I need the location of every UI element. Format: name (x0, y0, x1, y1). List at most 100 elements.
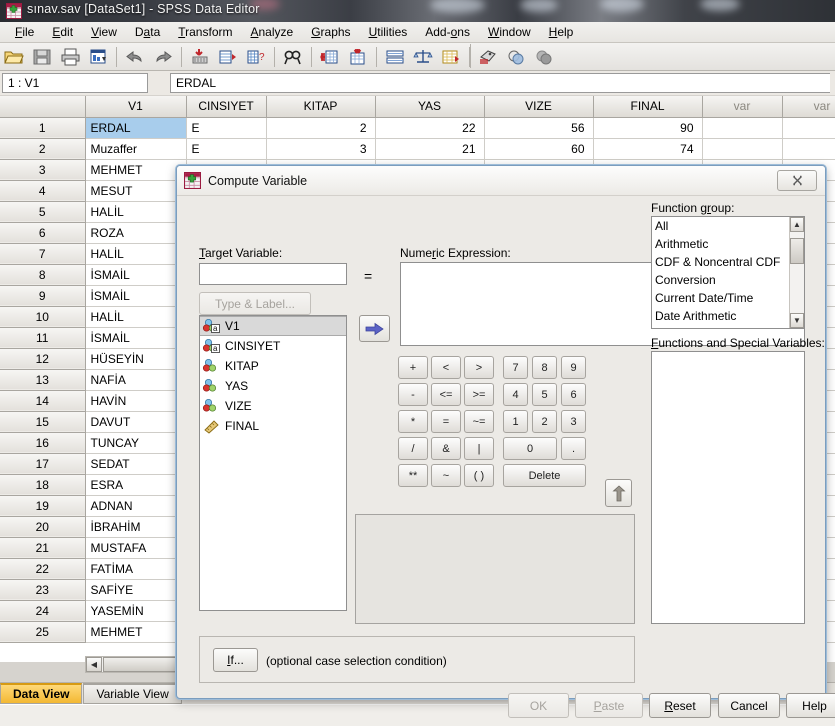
key-equals[interactable]: = (431, 410, 461, 433)
key-8[interactable]: 8 (532, 356, 557, 379)
function-group-item[interactable]: All (652, 217, 789, 235)
value-labels-icon[interactable] (475, 45, 501, 69)
cell-v1[interactable]: DAVUT (85, 411, 187, 433)
key-and[interactable]: & (431, 437, 461, 460)
row-number[interactable]: 11 (0, 327, 86, 349)
undo-icon[interactable] (122, 45, 148, 69)
function-group-item[interactable]: Date Arithmetic (652, 307, 789, 325)
column-header-var-1[interactable]: var (702, 96, 783, 118)
row-number[interactable]: 3 (0, 159, 86, 181)
table-row[interactable]: 2 Muzaffer E 3 21 60 74 (0, 138, 835, 160)
insert-function-button[interactable] (605, 479, 632, 507)
variable-list-item[interactable]: FINAL (200, 416, 346, 436)
close-icon[interactable] (777, 170, 817, 191)
key-divide[interactable]: / (398, 437, 428, 460)
scrollbar-track[interactable] (790, 232, 804, 313)
cell-final[interactable]: 74 (593, 138, 703, 160)
menu-view[interactable]: View (82, 23, 126, 41)
cell-v1[interactable]: Muzaffer (85, 138, 187, 160)
key-greater-equal[interactable]: >= (464, 383, 494, 406)
row-number[interactable]: 1 (0, 117, 86, 139)
key-less-than[interactable]: < (431, 356, 461, 379)
column-header-final[interactable]: FINAL (593, 96, 703, 118)
tab-variable-view[interactable]: Variable View (83, 683, 182, 704)
cell-v1[interactable]: ERDAL (85, 117, 187, 139)
reset-button[interactable]: Reset (649, 693, 711, 718)
help-button[interactable]: Help (786, 693, 835, 718)
find-icon[interactable] (280, 45, 306, 69)
if-button[interactable]: If... (213, 648, 258, 672)
scroll-up-arrow-icon[interactable]: ▲ (790, 217, 804, 232)
key-multiply[interactable]: * (398, 410, 428, 433)
column-header-var-2[interactable]: var (782, 96, 835, 118)
print-icon[interactable] (57, 45, 83, 69)
cell-cinsiyet[interactable]: E (186, 117, 267, 139)
cell-var-empty[interactable] (702, 117, 783, 139)
save-file-icon[interactable] (29, 45, 55, 69)
key-6[interactable]: 6 (561, 383, 586, 406)
cell-v1[interactable]: HALİL (85, 201, 187, 223)
menu-file[interactable]: File (6, 23, 43, 41)
row-number[interactable]: 10 (0, 306, 86, 328)
use-variable-sets-icon[interactable] (503, 45, 529, 69)
menu-transform[interactable]: Transform (169, 23, 241, 41)
key-1[interactable]: 1 (503, 410, 528, 433)
row-number[interactable]: 4 (0, 180, 86, 202)
select-cases-icon[interactable] (438, 45, 464, 69)
cell-v1[interactable]: ADNAN (85, 495, 187, 517)
menu-data[interactable]: Data (126, 23, 169, 41)
weight-cases-icon[interactable] (410, 45, 436, 69)
scroll-left-arrow-icon[interactable]: ◀ (86, 657, 102, 672)
row-number[interactable]: 20 (0, 516, 86, 538)
variable-list-item[interactable]: a CINSIYET (200, 336, 346, 356)
cancel-button[interactable]: Cancel (718, 693, 780, 718)
cell-cinsiyet[interactable]: E (186, 138, 267, 160)
cell-kitap[interactable]: 3 (266, 138, 376, 160)
row-number[interactable]: 7 (0, 243, 86, 265)
cell-v1[interactable]: YASEMİN (85, 600, 187, 622)
cell-v1[interactable]: HÜSEYİN (85, 348, 187, 370)
cell-kitap[interactable]: 2 (266, 117, 376, 139)
key-or[interactable]: | (464, 437, 494, 460)
transfer-to-expression-button[interactable] (359, 315, 390, 342)
row-number[interactable]: 9 (0, 285, 86, 307)
cell-yas[interactable]: 22 (375, 117, 485, 139)
cell-v1[interactable]: HAVİN (85, 390, 187, 412)
open-file-icon[interactable] (1, 45, 27, 69)
column-header-cinsiyet[interactable]: CINSIYET (186, 96, 267, 118)
key-4[interactable]: 4 (503, 383, 528, 406)
table-row[interactable]: 1 ERDAL E 2 22 56 90 (0, 117, 835, 139)
cell-v1[interactable]: FATİMA (85, 558, 187, 580)
function-group-item[interactable]: Conversion (652, 271, 789, 289)
insert-case-icon[interactable] (317, 45, 343, 69)
cell-vize[interactable]: 56 (484, 117, 594, 139)
cell-v1[interactable]: İSMAİL (85, 285, 187, 307)
cell-vize[interactable]: 60 (484, 138, 594, 160)
row-number[interactable]: 5 (0, 201, 86, 223)
key-greater-than[interactable]: > (464, 356, 494, 379)
cell-v1[interactable]: MEHMET (85, 621, 187, 643)
insert-variable-icon[interactable] (345, 45, 371, 69)
variable-list-item[interactable]: a V1 (200, 316, 346, 336)
key-power[interactable]: ** (398, 464, 428, 487)
row-number[interactable]: 18 (0, 474, 86, 496)
goto-case-icon[interactable] (187, 45, 213, 69)
cell-final[interactable]: 90 (593, 117, 703, 139)
cell-var-empty[interactable] (782, 138, 835, 160)
variable-list-item[interactable]: YAS (200, 376, 346, 396)
goto-variable-icon[interactable]: ? (243, 45, 269, 69)
cell-v1[interactable]: SAFİYE (85, 579, 187, 601)
menu-edit[interactable]: Edit (43, 23, 82, 41)
redo-icon[interactable] (150, 45, 176, 69)
key-3[interactable]: 3 (561, 410, 586, 433)
row-number[interactable]: 16 (0, 432, 86, 454)
cell-v1[interactable]: ESRA (85, 474, 187, 496)
cell-v1[interactable]: İSMAİL (85, 264, 187, 286)
row-number[interactable]: 12 (0, 348, 86, 370)
row-number[interactable]: 21 (0, 537, 86, 559)
tab-data-view[interactable]: Data View (0, 683, 83, 704)
cell-var-empty[interactable] (702, 138, 783, 160)
key-minus[interactable]: - (398, 383, 428, 406)
window-title-bar[interactable]: sınav.sav [DataSet1] - SPSS Data Editor (0, 0, 835, 22)
row-number[interactable]: 25 (0, 621, 86, 643)
